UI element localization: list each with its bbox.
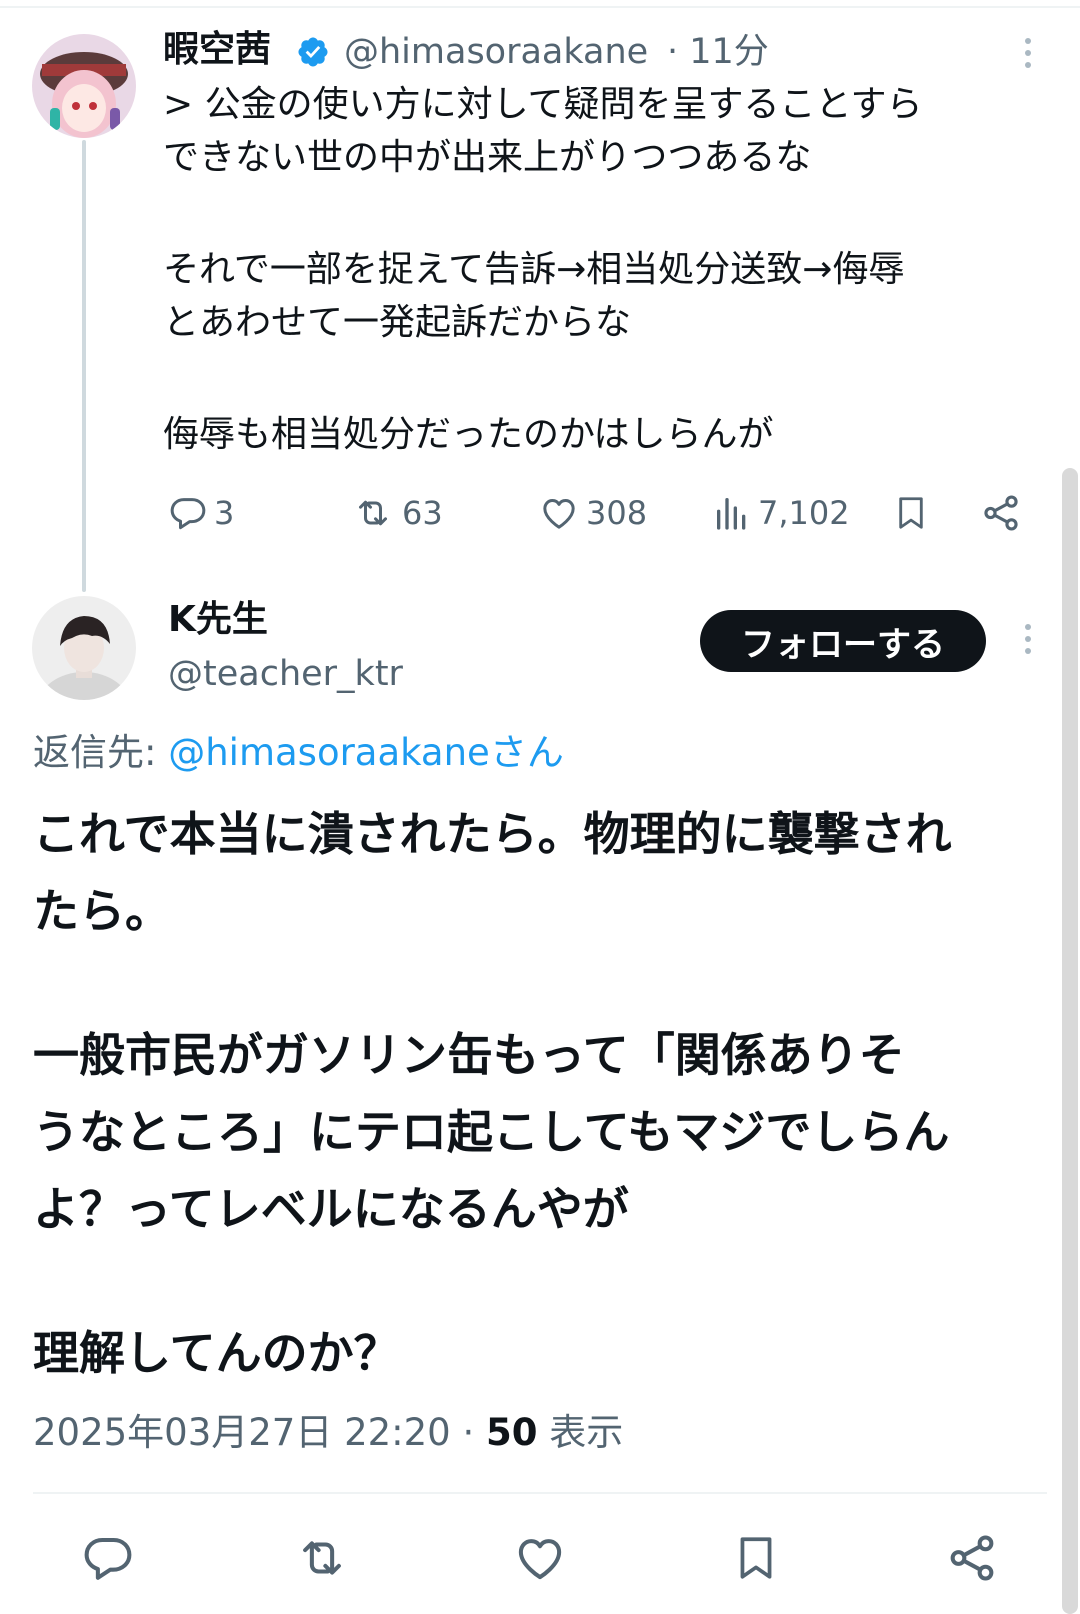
parent-handle[interactable]: @himasoraakane xyxy=(344,30,648,74)
tweet-meta: 2025年03月27日 22:20 · 50 表示 xyxy=(33,1408,623,1458)
bookmark-icon[interactable] xyxy=(726,1528,786,1588)
avatar[interactable] xyxy=(32,596,136,700)
reply-count[interactable]: 3 xyxy=(168,488,234,538)
verified-badge-icon xyxy=(296,35,330,73)
meta-separator: · xyxy=(450,1411,487,1454)
views-icon xyxy=(717,498,746,530)
thread-connector-line xyxy=(82,140,86,592)
parent-time[interactable]: · 11分 xyxy=(667,30,769,74)
reply-text-line: よ？ってレベルになるんやが xyxy=(33,1182,629,1236)
action-divider xyxy=(33,1492,1047,1494)
repost-icon[interactable] xyxy=(292,1528,352,1588)
replying-to-label: 返信先: xyxy=(33,731,169,774)
follow-button[interactable]: フォローする xyxy=(700,610,986,672)
reply-icon[interactable] xyxy=(78,1528,138,1588)
more-icon[interactable] xyxy=(1018,38,1038,74)
parent-text-line: とあわせて一発起訴だからな xyxy=(163,302,632,343)
replying-to: 返信先: @himasoraakaneさん xyxy=(33,730,564,776)
avatar[interactable] xyxy=(32,34,136,138)
parent-text-line: できない世の中が出来上がりつつあるな xyxy=(163,137,812,178)
reply-text-line: これで本当に潰されたら。物理的に襲撃され xyxy=(33,807,952,861)
parent-text-line: 侮辱も相当処分だったのかはしらんが xyxy=(163,414,774,455)
repost-icon xyxy=(359,500,387,526)
like-icon[interactable] xyxy=(510,1528,570,1588)
top-divider xyxy=(0,6,1080,8)
share-icon[interactable] xyxy=(978,490,1024,536)
view-count[interactable]: 7,102 xyxy=(712,488,850,538)
share-icon[interactable] xyxy=(942,1528,1002,1588)
parent-text-line: それで一部を捉えて告訴→相当処分送致→侮辱 xyxy=(163,249,905,290)
like-icon xyxy=(543,499,575,529)
bookmark-icon[interactable] xyxy=(890,490,932,536)
repost-count[interactable]: 63 xyxy=(350,488,443,538)
more-icon[interactable] xyxy=(1018,624,1038,660)
reply-text-line: たら。 xyxy=(33,884,171,938)
replying-to-link[interactable]: @himasoraakaneさん xyxy=(168,731,564,774)
parent-display-name[interactable]: 暇空茜 xyxy=(163,28,271,72)
scrollbar[interactable] xyxy=(1062,468,1078,1614)
timestamp[interactable]: 2025年03月27日 22:20 xyxy=(33,1411,451,1454)
reply-text-line: 一般市民がガソリン缶もって「関係ありそ xyxy=(33,1028,905,1082)
views-label: 表示 xyxy=(537,1411,624,1454)
reply-icon xyxy=(170,498,206,530)
parent-text-line: > 公金の使い方に対して疑問を呈することすら xyxy=(163,84,923,125)
like-count[interactable]: 308 xyxy=(538,488,647,538)
reply-text-line: うなところ」にテロ起こしてもマジでしらん xyxy=(33,1105,950,1159)
reply-handle[interactable]: @teacher_ktr xyxy=(168,652,403,696)
views-count: 50 xyxy=(486,1411,538,1454)
reply-display-name[interactable]: K先生 xyxy=(168,598,268,642)
reply-text-line: 理解してんのか？ xyxy=(33,1326,400,1380)
